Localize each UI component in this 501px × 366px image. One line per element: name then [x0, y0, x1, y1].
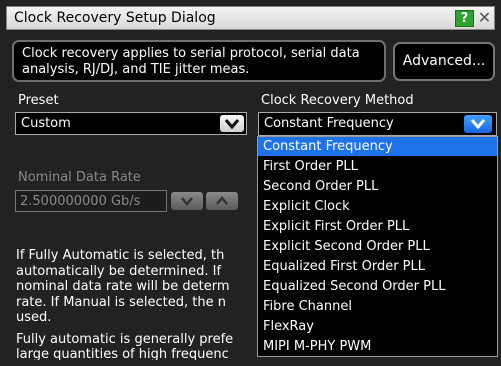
help-paragraph: Fully automatic is generally prefe large…: [16, 331, 234, 361]
option-equalized-second-order-pll[interactable]: Equalized Second Order PLL: [258, 277, 497, 296]
method-value: Constant Frequency: [264, 116, 394, 131]
option-explicit-clock[interactable]: Explicit Clock: [258, 197, 497, 216]
option-equalized-first-order-pll[interactable]: Equalized First Order PLL: [258, 257, 497, 276]
method-options-list[interactable]: Constant Frequency First Order PLL Secon…: [257, 136, 498, 357]
option-mipi-m-phy-pwm[interactable]: MIPI M-PHY PWM: [258, 337, 497, 356]
chevron-down-icon[interactable]: [220, 115, 244, 132]
chevron-down-icon[interactable]: [464, 115, 492, 133]
dialog-title: Clock Recovery Setup Dialog: [14, 10, 216, 26]
clock-recovery-dialog: Clock Recovery Setup Dialog ? ✕ Clock re…: [0, 0, 501, 366]
title-bar[interactable]: Clock Recovery Setup Dialog ? ✕: [6, 6, 495, 30]
advanced-button[interactable]: Advanced...: [393, 42, 495, 81]
help-button[interactable]: ?: [455, 10, 474, 27]
increment-button[interactable]: [206, 192, 238, 210]
nominal-data-rate-value: 2.500000000 Gb/s: [20, 194, 141, 209]
option-explicit-first-order-pll[interactable]: Explicit First Order PLL: [258, 217, 497, 236]
preset-label: Preset: [18, 93, 59, 108]
method-dropdown[interactable]: Constant Frequency: [258, 112, 497, 136]
option-second-order-pll[interactable]: Second Order PLL: [258, 177, 497, 196]
option-constant-frequency[interactable]: Constant Frequency: [258, 137, 497, 156]
preset-value: Custom: [21, 116, 71, 131]
info-box: Clock recovery applies to serial protoco…: [12, 40, 386, 82]
chevron-up-icon: [216, 196, 228, 205]
option-first-order-pll[interactable]: First Order PLL: [258, 157, 497, 176]
option-flexray[interactable]: FlexRay: [258, 317, 497, 336]
option-fibre-channel[interactable]: Fibre Channel: [258, 297, 497, 316]
info-text: Clock recovery applies to serial protoco…: [22, 46, 360, 77]
help-paragraph: If Fully Automatic is selected, th autom…: [16, 248, 230, 325]
nominal-data-rate-label: Nominal Data Rate: [18, 170, 141, 185]
help-text: If Fully Automatic is selected, th autom…: [16, 248, 256, 360]
option-explicit-second-order-pll[interactable]: Explicit Second Order PLL: [258, 237, 497, 256]
close-button[interactable]: ✕: [476, 10, 493, 27]
chevron-down-icon: [181, 197, 193, 206]
method-label: Clock Recovery Method: [261, 93, 414, 108]
decrement-button[interactable]: [171, 192, 203, 210]
nominal-data-rate-input[interactable]: 2.500000000 Gb/s: [15, 190, 167, 212]
help-icon: ?: [460, 11, 469, 26]
close-icon: ✕: [477, 8, 492, 27]
preset-dropdown[interactable]: Custom: [15, 112, 247, 135]
